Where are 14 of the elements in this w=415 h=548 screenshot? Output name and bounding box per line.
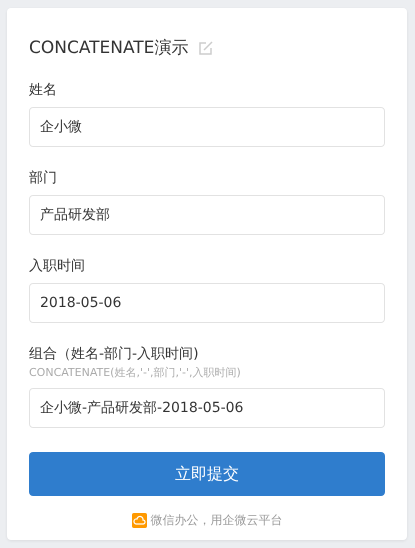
input-field[interactable]: 产品研发部 [29,195,385,235]
input-field[interactable]: 企小微 [29,107,385,147]
field-label: 部门 [29,169,57,187]
edit-icon[interactable] [198,40,214,56]
footer-text: 微信办公，用企微云平台 [150,512,282,529]
form-title: CONCATENATE演示 [29,37,188,59]
field-label: 姓名 [29,81,57,99]
field-label: 组合（姓名-部门-入职时间) [29,345,199,363]
input-field[interactable]: 2018-05-06 [29,283,385,323]
field-label: 入职时间 [29,257,85,275]
input-field[interactable]: 企小微-产品研发部-2018-05-06 [29,388,385,428]
submit-button[interactable]: 立即提交 [29,452,385,496]
formula-hint: CONCATENATE(姓名,'-',部门,'-',入职时间) [29,365,241,380]
cloud-logo-icon [132,513,146,528]
